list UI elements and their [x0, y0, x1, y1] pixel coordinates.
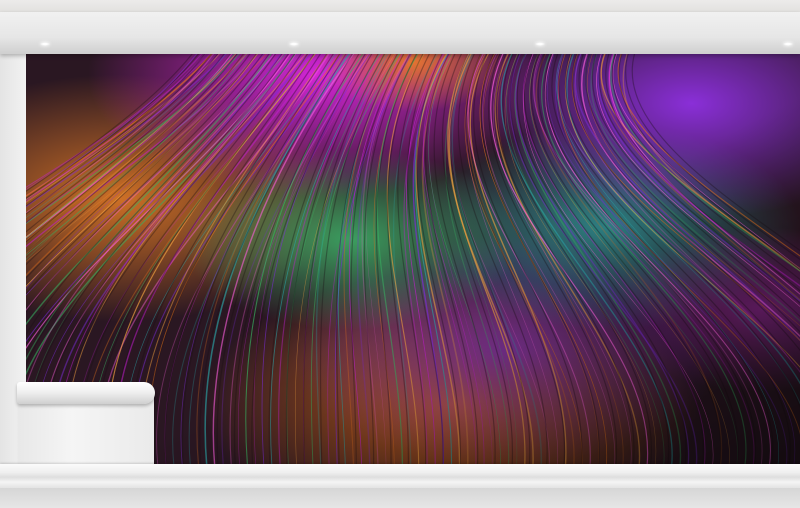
ceiling-downlight — [783, 42, 793, 46]
ceiling-downlight — [535, 42, 545, 46]
wallpaper-roll — [17, 382, 155, 404]
ceiling-soffit — [0, 12, 800, 54]
ceiling-downlight — [289, 42, 299, 46]
ceiling — [0, 0, 800, 12]
floor — [0, 488, 800, 508]
skirting-board — [0, 464, 800, 488]
ceiling-downlight — [40, 42, 50, 46]
